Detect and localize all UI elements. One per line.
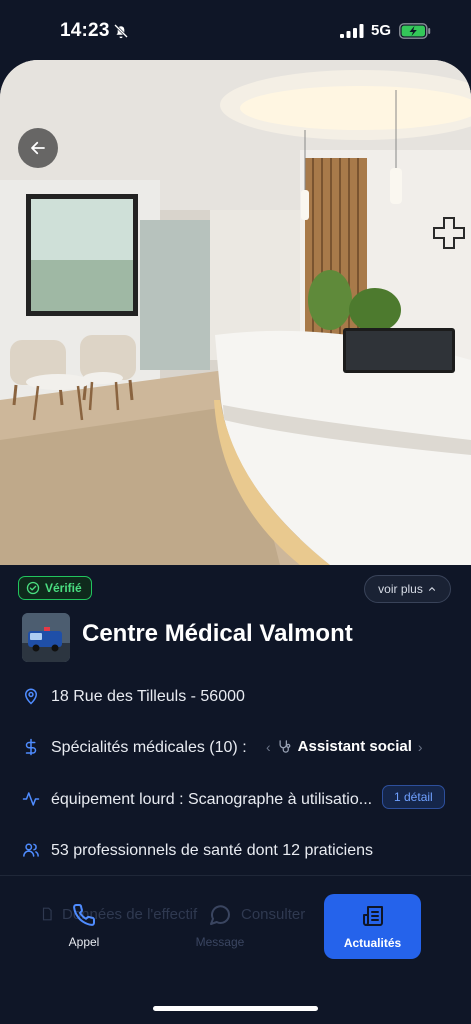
hero-image bbox=[0, 60, 471, 565]
chevron-right-icon: › bbox=[417, 738, 423, 755]
map-pin-icon bbox=[24, 688, 38, 705]
divider bbox=[0, 875, 471, 876]
chevron-left-icon: ‹ bbox=[266, 738, 271, 755]
specialty-selector[interactable]: ‹ Assistant social › bbox=[266, 738, 423, 755]
stethoscope-icon bbox=[279, 740, 291, 753]
bell-off-icon bbox=[114, 24, 128, 39]
center-title: Centre Médical Valmont bbox=[82, 620, 353, 647]
specialty-selected: Assistant social bbox=[297, 738, 412, 755]
signal-icon bbox=[340, 24, 364, 38]
nav-call-label: Appel bbox=[68, 935, 100, 949]
verified-label: Vérifié bbox=[45, 581, 82, 595]
status-bar: 14:23 5G bbox=[0, 0, 471, 60]
battery-charging-icon bbox=[399, 23, 431, 39]
message-icon bbox=[210, 905, 231, 925]
nav-message[interactable]: Message bbox=[172, 895, 268, 957]
newspaper-icon bbox=[362, 905, 383, 926]
nav-news[interactable]: Actualités bbox=[324, 894, 421, 959]
chevron-up-icon bbox=[428, 587, 435, 591]
equipment-detail-badge[interactable]: 1 détail bbox=[382, 785, 445, 809]
activity-icon bbox=[22, 792, 40, 806]
users-icon bbox=[23, 843, 39, 857]
back-button[interactable] bbox=[18, 128, 58, 168]
verified-badge: Vérifié bbox=[18, 576, 92, 600]
nav-news-label: Actualités bbox=[343, 935, 402, 950]
status-time: 14:23 bbox=[60, 20, 110, 41]
staff-text: 53 professionnels de santé dont 12 prati… bbox=[51, 842, 373, 859]
specialties-label: Spécialités médicales (10) : bbox=[51, 739, 247, 756]
equipment-text: équipement lourd : Scanographe à utilisa… bbox=[51, 791, 373, 808]
nav-call[interactable]: Appel bbox=[36, 895, 132, 957]
phone-icon bbox=[73, 903, 96, 926]
center-logo bbox=[22, 613, 70, 662]
home-indicator[interactable] bbox=[153, 1006, 318, 1011]
check-circle-icon bbox=[26, 581, 40, 595]
see-more-label: voir plus bbox=[378, 582, 423, 596]
address-text: 18 Rue des Tilleuls - 56000 bbox=[51, 688, 245, 705]
see-more-button[interactable]: voir plus bbox=[364, 575, 451, 603]
network-label: 5G bbox=[371, 22, 392, 39]
dollar-icon bbox=[25, 738, 37, 756]
reception-photo bbox=[0, 60, 471, 565]
nav-message-label: Message bbox=[195, 935, 245, 949]
ambulance-logo-icon bbox=[22, 613, 70, 662]
arrow-left-icon bbox=[31, 141, 45, 155]
